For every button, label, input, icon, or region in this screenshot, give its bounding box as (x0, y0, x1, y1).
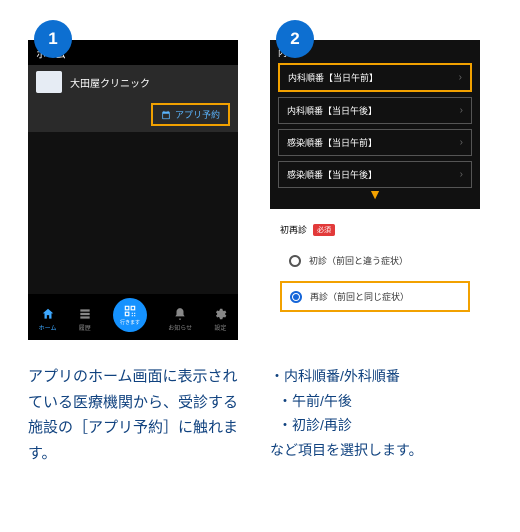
bottom-nav: ホーム 履歴 行きます お知らせ 設定 (28, 294, 238, 340)
nav-history-label: 履歴 (79, 323, 91, 332)
radio-icon (290, 291, 302, 303)
caption-line: ・午前/午後 (270, 389, 423, 414)
slot-option[interactable]: 感染順番【当日午後】 › (278, 161, 472, 188)
clinic-logo (36, 71, 62, 93)
home-icon (41, 307, 55, 321)
nav-home[interactable]: ホーム (39, 307, 57, 332)
caption-line: ・初診/再診 (270, 413, 423, 438)
slot-option[interactable]: 内科順番【当日午後】 › (278, 97, 472, 124)
chevron-right-icon: › (459, 72, 462, 83)
chevron-right-icon: › (460, 137, 463, 148)
nav-notice-label: お知らせ (168, 323, 192, 332)
slot-label: 感染順番【当日午前】 (287, 136, 377, 149)
calendar-icon (161, 110, 171, 120)
slot-label: 内科順番【当日午前】 (288, 71, 378, 84)
app-reserve-label: アプリ予約 (175, 108, 220, 121)
clinic-row[interactable]: 大田屋クリニック (28, 65, 238, 99)
nav-settings-label: 設定 (214, 323, 226, 332)
step-badge-1: 1 (34, 20, 72, 58)
qr-icon (123, 304, 137, 318)
section-label: 初再診 (280, 223, 307, 236)
caption-line: など項目を選択します。 (270, 438, 423, 463)
gear-icon (213, 307, 227, 321)
nav-settings[interactable]: 設定 (213, 307, 227, 332)
slot-option[interactable]: 感染順番【当日午前】 › (278, 129, 472, 156)
required-badge: 必須 (313, 224, 335, 236)
clinic-name: 大田屋クリニック (70, 75, 230, 90)
slot-label: 内科順番【当日午後】 (287, 104, 377, 117)
nav-home-label: ホーム (39, 323, 57, 332)
nav-center-label: 行きます (120, 319, 140, 326)
bell-icon (173, 307, 187, 321)
radio-icon (289, 255, 301, 267)
slot-label: 感染順番【当日午後】 (287, 168, 377, 181)
step1-caption: アプリのホーム画面に表示されている医療機関から、受診する施設の［アプリ予約］に触… (28, 364, 250, 466)
nav-notice[interactable]: お知らせ (168, 307, 192, 332)
radio-option-return[interactable]: 再診（前回と同じ症状） (280, 281, 470, 312)
nav-history[interactable]: 履歴 (78, 307, 92, 332)
nav-center-qr[interactable]: 行きます (113, 298, 147, 332)
chevron-right-icon: › (460, 105, 463, 116)
down-triangle-icon: ▼ (278, 189, 472, 199)
chevron-right-icon: › (460, 169, 463, 180)
step2-caption: ・内科順番/外科順番 ・午前/午後 ・初診/再診 など項目を選択します。 (270, 364, 423, 462)
radio-option-first[interactable]: 初診（前回と違う症状） (280, 246, 470, 275)
history-icon (78, 307, 92, 321)
radio-label: 再診（前回と同じ症状） (310, 290, 409, 303)
slot-option[interactable]: 内科順番【当日午前】 › (278, 63, 472, 92)
phone-mock-2: 内科 内科順番【当日午前】 › 内科順番【当日午後】 › 感染順番【当日午前】 … (270, 40, 480, 340)
radio-label: 初診（前回と違う症状） (309, 254, 408, 267)
phone-mock-1: ホーム 大田屋クリニック アプリ予約 ホーム 履歴 行きます (28, 40, 238, 340)
caption-line: ・内科順番/外科順番 (270, 364, 423, 389)
app-reserve-button[interactable]: アプリ予約 (151, 103, 230, 126)
step-badge-2: 2 (276, 20, 314, 58)
